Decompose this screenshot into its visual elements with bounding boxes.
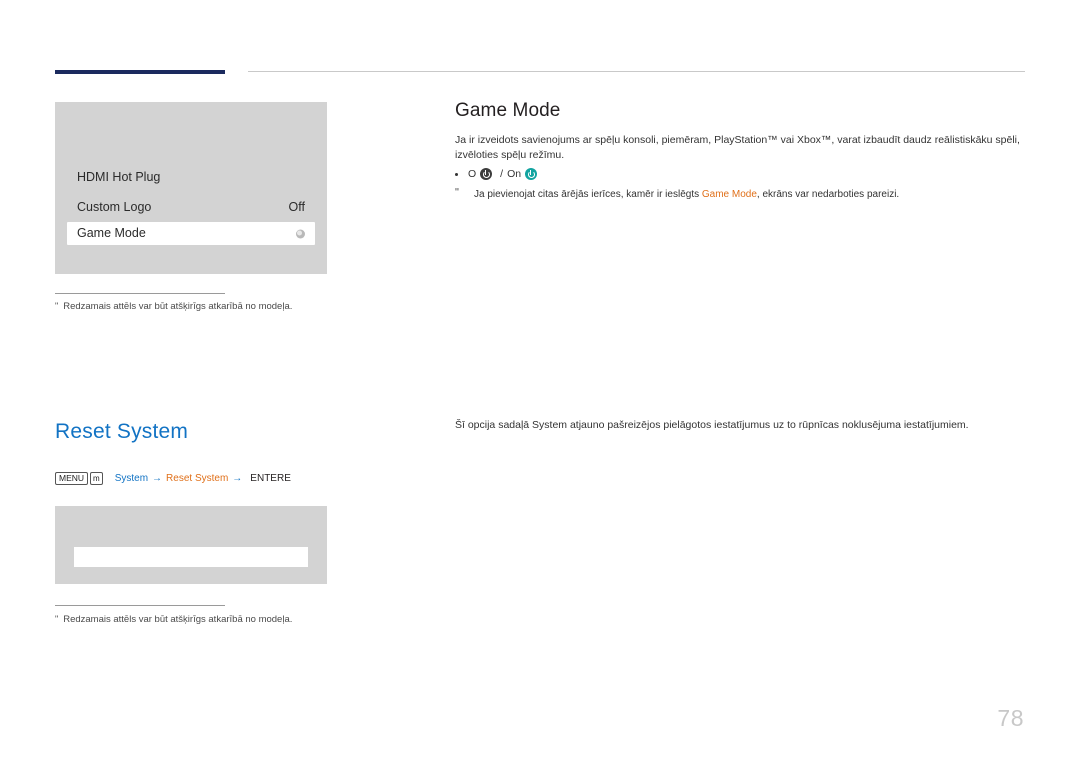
game-mode-description: Ja ir izveidots savienojums ar spēļu kon… (455, 134, 1020, 161)
page-number: 78 (997, 705, 1024, 731)
option-on-label: On (507, 168, 522, 180)
osd-row-label: Custom Logo (77, 200, 152, 214)
osd-row-label: Game Mode (77, 226, 146, 240)
path-arrow-1: → (152, 473, 163, 484)
game-mode-options: O / On (455, 168, 541, 180)
osd-menu-rows: HDMI Hot Plug Custom Logo Off Game Mode (55, 162, 327, 245)
osd-row-game-mode[interactable]: Game Mode (67, 222, 315, 245)
game-mode-heading: Game Mode (455, 100, 561, 121)
osd-row-custom-logo[interactable]: Custom Logo Off (55, 192, 327, 222)
bullet-icon (455, 172, 458, 176)
osd-row-value: Off (288, 200, 305, 214)
note-marker: ʺ (55, 301, 59, 311)
note-text: Redzamais attēls var būt atšķirīgs atkar… (63, 301, 293, 312)
header-rule-accent (55, 70, 225, 74)
path-arrow-2: → (232, 473, 243, 484)
caution-suffix: , ekrāns var nedarboties pareizi. (756, 189, 900, 200)
header-rule-line (248, 71, 1025, 72)
note-divider (55, 293, 225, 294)
power-on-icon (525, 168, 538, 180)
caution-text: Ja pievienojat citas ārējās ierīces, kam… (455, 188, 1030, 202)
game-mode-caution: ʺ Ja pievienojat citas ārējās ierīces, k… (455, 187, 1030, 202)
option-off-label: O (468, 168, 477, 180)
caution-marker-icon: ʺ (455, 187, 459, 199)
image-note-2: ʺ Redzamais attēls var būt atšķirīgs atka… (55, 614, 292, 625)
note-text: Redzamais attēls var būt atšķirīgs atkar… (63, 614, 293, 625)
path-enter-label: ENTER (250, 473, 285, 484)
caution-highlight: Game Mode (701, 189, 757, 200)
toggle-knob-icon[interactable] (296, 229, 305, 238)
caution-prefix: Ja pievienojat citas ārējās ierīces, kam… (474, 189, 702, 200)
option-separator: / (500, 168, 504, 180)
path-item-system: System (114, 473, 149, 484)
image-note-1: ʺ Redzamais attēls var būt atšķirīgs atka… (55, 301, 292, 312)
reset-system-description: Šī opcija sadaļā System atjauno pašreizē… (455, 419, 969, 431)
menu-navigation-path: MENU m System → Reset System → ENTER E (55, 472, 291, 485)
osd-row-label: HDMI Hot Plug (77, 170, 161, 184)
reset-system-heading: Reset System (55, 420, 189, 443)
note-divider (55, 605, 225, 606)
note-marker: ʺ (55, 614, 59, 624)
menu-button-key: MENU (55, 472, 89, 485)
reset-system-screenshot (55, 506, 327, 584)
osd-menu-screenshot: HDMI Hot Plug Custom Logo Off Game Mode (55, 102, 327, 274)
power-off-icon (480, 168, 493, 180)
arrow-key-icon: m (90, 472, 103, 485)
screenshot-inner-field (74, 547, 308, 567)
path-enter-symbol: E (284, 473, 291, 484)
osd-row-hdmi-hot-plug[interactable]: HDMI Hot Plug (55, 162, 327, 192)
path-item-reset-system: Reset System (166, 473, 229, 484)
